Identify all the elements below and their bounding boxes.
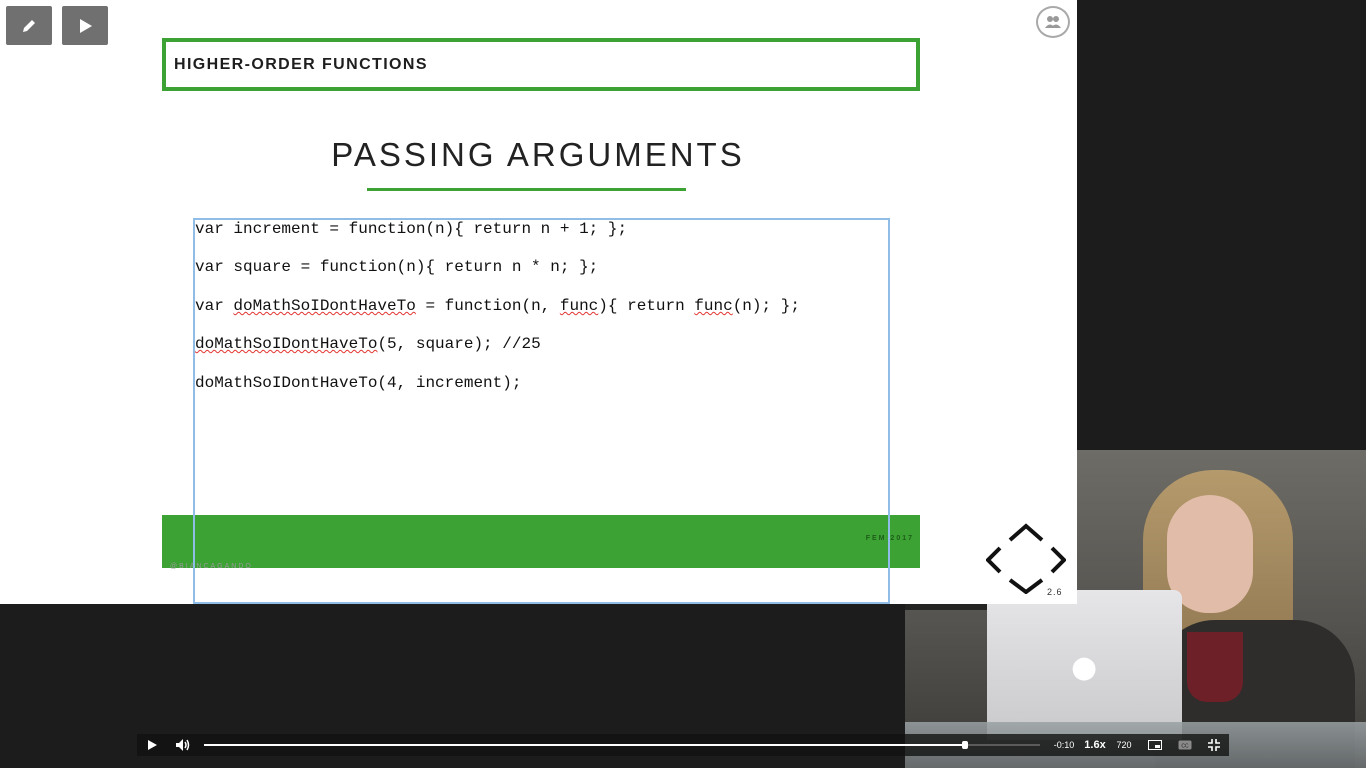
presentation-slide: HIGHER-ORDER FUNCTIONS PASSING ARGUMENTS… bbox=[0, 0, 1077, 604]
slide-title: PASSING ARGUMENTS bbox=[331, 136, 745, 173]
player-controls: -0:10 1.6x 720 CC bbox=[137, 734, 1229, 756]
misspelled-token: func bbox=[559, 297, 599, 315]
presenter-laptop: ● bbox=[987, 590, 1182, 740]
slide-header: HIGHER-ORDER FUNCTIONS bbox=[174, 56, 428, 73]
slide-number: 2.6 bbox=[1047, 587, 1063, 597]
exit-fullscreen-button[interactable] bbox=[1206, 734, 1222, 756]
code-token: (n); }; bbox=[732, 297, 800, 315]
volume-icon bbox=[176, 739, 190, 751]
svg-text:CC: CC bbox=[1181, 744, 1189, 750]
video-player: ● HIGHER-ORDER FUNCTIONS PASSING ARGUMEN… bbox=[0, 0, 1366, 768]
misspelled-token: doMathSoIDontHaveTo bbox=[195, 335, 378, 353]
presenter-shirt bbox=[1187, 632, 1243, 702]
picture-in-picture-icon bbox=[1148, 740, 1162, 750]
slide-header-box: HIGHER-ORDER FUNCTIONS bbox=[162, 38, 920, 91]
volume-button[interactable] bbox=[173, 734, 193, 756]
quality-button[interactable]: 720 bbox=[1114, 734, 1134, 756]
misspelled-token: doMathSoIDontHaveTo bbox=[233, 297, 416, 315]
author-handle: @BIANCAGANDO bbox=[170, 563, 253, 570]
code-line: var increment = function(n){ return n + … bbox=[195, 220, 628, 238]
play-slideshow-button[interactable] bbox=[62, 6, 108, 45]
footer-label: FEM 2017 bbox=[865, 535, 914, 542]
progress-bar[interactable] bbox=[204, 741, 1040, 749]
pen-tool-button[interactable] bbox=[6, 6, 52, 45]
title-underline bbox=[367, 188, 686, 191]
time-remaining: -0:10 bbox=[1053, 740, 1075, 750]
code-line: doMathSoIDontHaveTo(5, square); //25 bbox=[195, 335, 541, 353]
play-button[interactable] bbox=[143, 734, 161, 756]
code-line: var doMathSoIDontHaveTo = function(n, fu… bbox=[195, 297, 800, 315]
frontend-masters-logo-icon bbox=[986, 523, 1066, 594]
pencil-icon bbox=[23, 19, 35, 32]
code-token: ){ return bbox=[598, 297, 695, 315]
captions-button[interactable]: CC bbox=[1177, 734, 1193, 756]
slide-footer-bar: FEM 2017 bbox=[162, 515, 920, 568]
progress-fill bbox=[204, 744, 965, 746]
apple-logo-icon: ● bbox=[1071, 650, 1098, 685]
code-line: doMathSoIDontHaveTo(4, increment); bbox=[195, 374, 522, 392]
play-icon bbox=[80, 18, 92, 33]
play-icon bbox=[148, 740, 157, 750]
users-icon bbox=[1045, 16, 1061, 28]
code-token: var bbox=[195, 297, 234, 315]
code-line: var square = function(n){ return n * n; … bbox=[195, 258, 599, 276]
misspelled-token: func bbox=[694, 297, 733, 315]
closed-captions-icon: CC bbox=[1178, 740, 1192, 750]
exit-fullscreen-icon bbox=[1208, 739, 1220, 751]
participants-button[interactable] bbox=[1036, 6, 1070, 38]
picture-in-picture-button[interactable] bbox=[1147, 734, 1163, 756]
progress-thumb[interactable] bbox=[962, 741, 968, 749]
code-token: (5, square); //25 bbox=[377, 335, 541, 353]
code-token: = function(n, bbox=[415, 297, 560, 315]
playback-speed-button[interactable]: 1.6x bbox=[1082, 734, 1108, 756]
